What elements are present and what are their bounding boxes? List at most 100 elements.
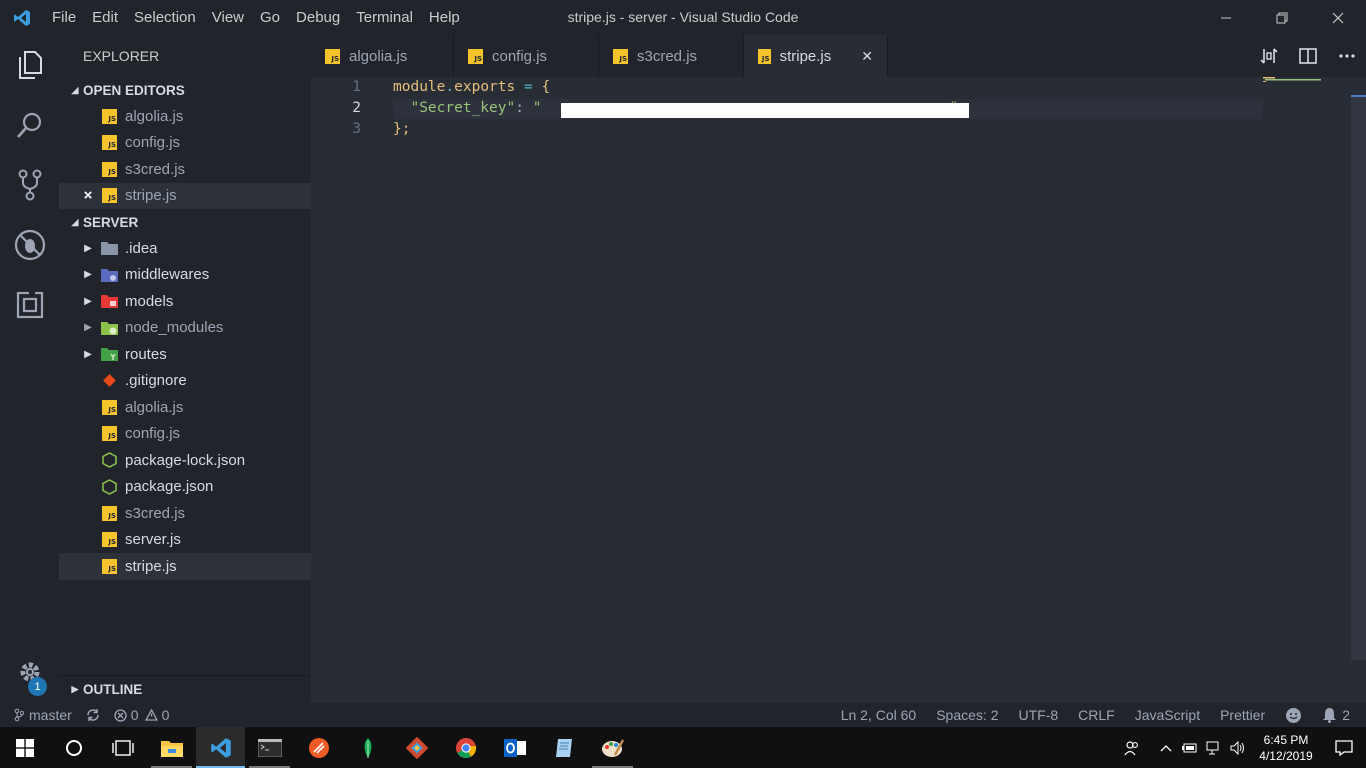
tab-s3cred[interactable]: JS s3cred.js (599, 35, 744, 77)
chevron-right-icon: ▶ (84, 295, 92, 307)
menu-help[interactable]: Help (421, 0, 468, 35)
problems-indicator[interactable]: 0 0 (114, 707, 169, 723)
taskbar-paint[interactable] (588, 727, 637, 768)
menu-selection[interactable]: Selection (126, 0, 204, 35)
branch-indicator[interactable]: master (14, 707, 72, 723)
explorer-activity-button[interactable] (0, 35, 59, 95)
cursor-position[interactable]: Ln 2, Col 60 (831, 707, 927, 723)
file-explorer-icon (160, 740, 183, 757)
menu-view[interactable]: View (204, 0, 252, 35)
menu-go[interactable]: Go (252, 0, 288, 35)
debug-activity-button[interactable] (0, 215, 59, 275)
menu-debug[interactable]: Debug (288, 0, 348, 35)
people-icon[interactable] (1120, 727, 1144, 768)
open-editor-item[interactable]: JS algolia.js (59, 103, 311, 130)
file-label: stripe.js (125, 557, 177, 575)
close-tab-button[interactable]: ✕ (861, 48, 873, 65)
system-clock[interactable]: 6:45 PM 4/12/2019 (1250, 732, 1322, 764)
restore-button[interactable] (1254, 0, 1310, 35)
file-item-selected[interactable]: JS stripe.js (59, 553, 311, 580)
warning-icon (144, 709, 158, 721)
file-item[interactable]: JS algolia.js (59, 394, 311, 421)
open-editors-header[interactable]: ◢ OPEN EDITORS (59, 77, 311, 103)
indentation[interactable]: Spaces: 2 (926, 707, 1008, 723)
tab-label: s3cred.js (637, 47, 698, 65)
cortana-icon (65, 739, 82, 756)
folder-label: routes (125, 345, 167, 363)
file-item[interactable]: package-lock.json (59, 447, 311, 474)
taskbar-notepad[interactable] (539, 727, 588, 768)
taskbar-outlook[interactable] (490, 727, 539, 768)
cortana-button[interactable] (49, 727, 98, 768)
tab-stripe[interactable]: JS stripe.js ✕ (744, 35, 888, 77)
start-button[interactable] (0, 727, 49, 768)
tab-label: stripe.js (779, 47, 832, 65)
manage-button[interactable]: 1 (0, 647, 59, 697)
menu-edit[interactable]: Edit (84, 0, 126, 35)
more-actions-button[interactable] (1327, 35, 1366, 77)
file-item[interactable]: JS s3cred.js (59, 500, 311, 527)
encoding[interactable]: UTF-8 (1008, 707, 1068, 723)
open-editor-item-active[interactable]: × JS stripe.js (59, 182, 311, 209)
folder-label: models (125, 292, 174, 310)
feedback-button[interactable] (1275, 707, 1312, 724)
extensions-activity-button[interactable] (0, 275, 59, 335)
folder-item[interactable]: ▶ routes (59, 341, 311, 368)
server-folder-header[interactable]: ◢ SERVER (59, 209, 311, 235)
file-label: .gitignore (125, 372, 187, 390)
close-editor-button[interactable]: × (75, 187, 101, 204)
action-center-button[interactable] (1322, 727, 1366, 768)
folder-item[interactable]: ▶ models (59, 288, 311, 315)
open-editor-label: algolia.js (125, 107, 184, 125)
file-item[interactable]: JS server.js (59, 527, 311, 554)
taskbar-mongodb[interactable] (343, 727, 392, 768)
menu-terminal[interactable]: Terminal (348, 0, 421, 35)
taskbar-terminal[interactable] (245, 727, 294, 768)
folder-label: .idea (125, 239, 158, 257)
minimap[interactable] (1263, 77, 1323, 82)
folder-item[interactable]: ▶ .idea (59, 235, 311, 262)
vertical-scrollbar[interactable] (1351, 95, 1366, 660)
volume-icon[interactable] (1226, 727, 1250, 768)
notifications-button[interactable]: 2 (1312, 707, 1366, 723)
open-changes-button[interactable] (1249, 35, 1288, 77)
chevron-up-icon[interactable] (1154, 727, 1178, 768)
minimize-button[interactable] (1198, 0, 1254, 35)
source-control-activity-button[interactable] (0, 155, 59, 215)
line-number: 3 (352, 121, 361, 137)
windows-logo-icon (15, 738, 34, 757)
file-item[interactable]: JS config.js (59, 421, 311, 448)
folder-item[interactable]: ▶ middlewares (59, 262, 311, 289)
close-window-button[interactable] (1310, 0, 1366, 35)
taskbar-chrome[interactable] (441, 727, 490, 768)
task-view-button[interactable] (98, 727, 147, 768)
clock-time: 6:45 PM (1263, 732, 1309, 747)
end-of-line[interactable]: CRLF (1068, 707, 1125, 723)
taskbar-file-explorer[interactable] (147, 727, 196, 768)
network-icon[interactable] (1202, 727, 1226, 768)
prettier-status[interactable]: Prettier (1210, 707, 1275, 723)
folder-middleware-icon (101, 266, 118, 283)
menu-file[interactable]: File (44, 0, 84, 35)
battery-icon[interactable] (1178, 727, 1202, 768)
file-item[interactable]: .gitignore (59, 368, 311, 395)
outline-header[interactable]: ▶ OUTLINE (59, 675, 311, 703)
file-label: server.js (125, 531, 181, 549)
search-activity-button[interactable] (0, 95, 59, 155)
file-item[interactable]: package.json (59, 474, 311, 501)
open-editor-item[interactable]: JS s3cred.js (59, 156, 311, 183)
git-branch-icon (14, 708, 24, 722)
language-mode[interactable]: JavaScript (1125, 707, 1210, 723)
taskbar-postman[interactable] (294, 727, 343, 768)
taskbar-vscode[interactable] (196, 727, 245, 768)
sync-button[interactable] (86, 708, 100, 722)
settings-badge: 1 (28, 677, 47, 696)
tab-algolia[interactable]: JS algolia.js (311, 35, 454, 77)
folder-label: node_modules (125, 319, 224, 337)
taskbar-git-app[interactable] (392, 727, 441, 768)
open-editor-item[interactable]: JS config.js (59, 130, 311, 157)
split-editor-button[interactable] (1288, 35, 1327, 77)
code-editor[interactable]: 1 module.exports = { 2 "Secret_key": "" … (311, 77, 1366, 703)
tab-config[interactable]: JS config.js (454, 35, 599, 77)
folder-item[interactable]: ▶ node_modules (59, 315, 311, 342)
